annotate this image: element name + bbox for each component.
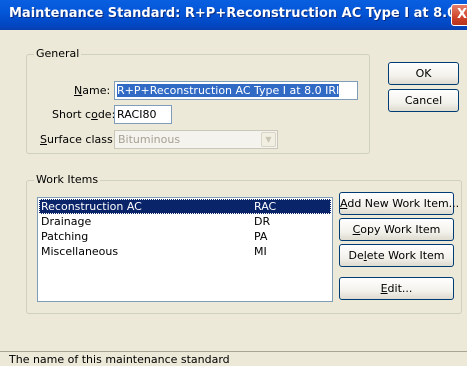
copy-work-item-button[interactable]: Copy Work Item <box>339 218 454 241</box>
delete-work-item-button[interactable]: Delete Work Item <box>339 244 454 267</box>
work-item-code: DR <box>254 215 271 228</box>
window-title: Maintenance Standard: R+P+Reconstruction… <box>9 6 467 21</box>
add-work-item-button[interactable]: Add New Work Item... <box>339 192 459 215</box>
surface-class-select[interactable]: Bituminous ▼ <box>114 130 278 149</box>
list-item[interactable]: Patching PA <box>39 229 331 244</box>
work-items-list[interactable]: Reconstruction AC RAC Drainage DR Patchi… <box>37 197 333 302</box>
work-item-code: RAC <box>254 200 277 213</box>
surface-class-label: Surface class: <box>40 133 117 146</box>
close-button[interactable]: X <box>451 4 467 26</box>
edit-button[interactable]: Edit... <box>339 277 454 300</box>
short-code-value: RACI80 <box>117 108 157 121</box>
list-item[interactable]: Drainage DR <box>39 214 331 229</box>
ok-button[interactable]: OK <box>388 62 459 85</box>
status-text: The name of this maintenance standard <box>9 353 230 366</box>
work-item-name: Drainage <box>41 215 92 228</box>
work-item-name: Miscellaneous <box>41 245 119 258</box>
title-bar[interactable]: Maintenance Standard: R+P+Reconstruction… <box>0 0 467 30</box>
cancel-button[interactable]: Cancel <box>388 89 459 112</box>
status-bar: The name of this maintenance standard <box>0 351 467 366</box>
dialog-window: Maintenance Standard: R+P+Reconstruction… <box>0 0 467 366</box>
work-item-name: Patching <box>41 230 89 243</box>
work-item-code: MI <box>254 245 267 258</box>
list-item[interactable]: Reconstruction AC RAC <box>39 199 331 214</box>
list-item[interactable]: Miscellaneous MI <box>39 244 331 259</box>
work-item-code: PA <box>254 230 268 243</box>
name-label: Name: <box>74 84 111 97</box>
name-field[interactable]: R+P+Reconstruction AC Type I at 8.0 IRI <box>114 81 358 100</box>
work-item-name: Reconstruction AC <box>41 200 142 213</box>
short-code-label: Short code: <box>52 108 116 121</box>
general-group-label: General <box>34 47 82 60</box>
work-items-group-label: Work Items <box>34 173 101 186</box>
name-field-value: R+P+Reconstruction AC Type I at 8.0 IRI <box>117 84 340 97</box>
close-icon: X <box>457 7 467 22</box>
chevron-down-icon[interactable]: ▼ <box>261 132 276 147</box>
short-code-field[interactable]: RACI80 <box>114 105 172 124</box>
surface-class-value: Bituminous <box>118 133 181 146</box>
